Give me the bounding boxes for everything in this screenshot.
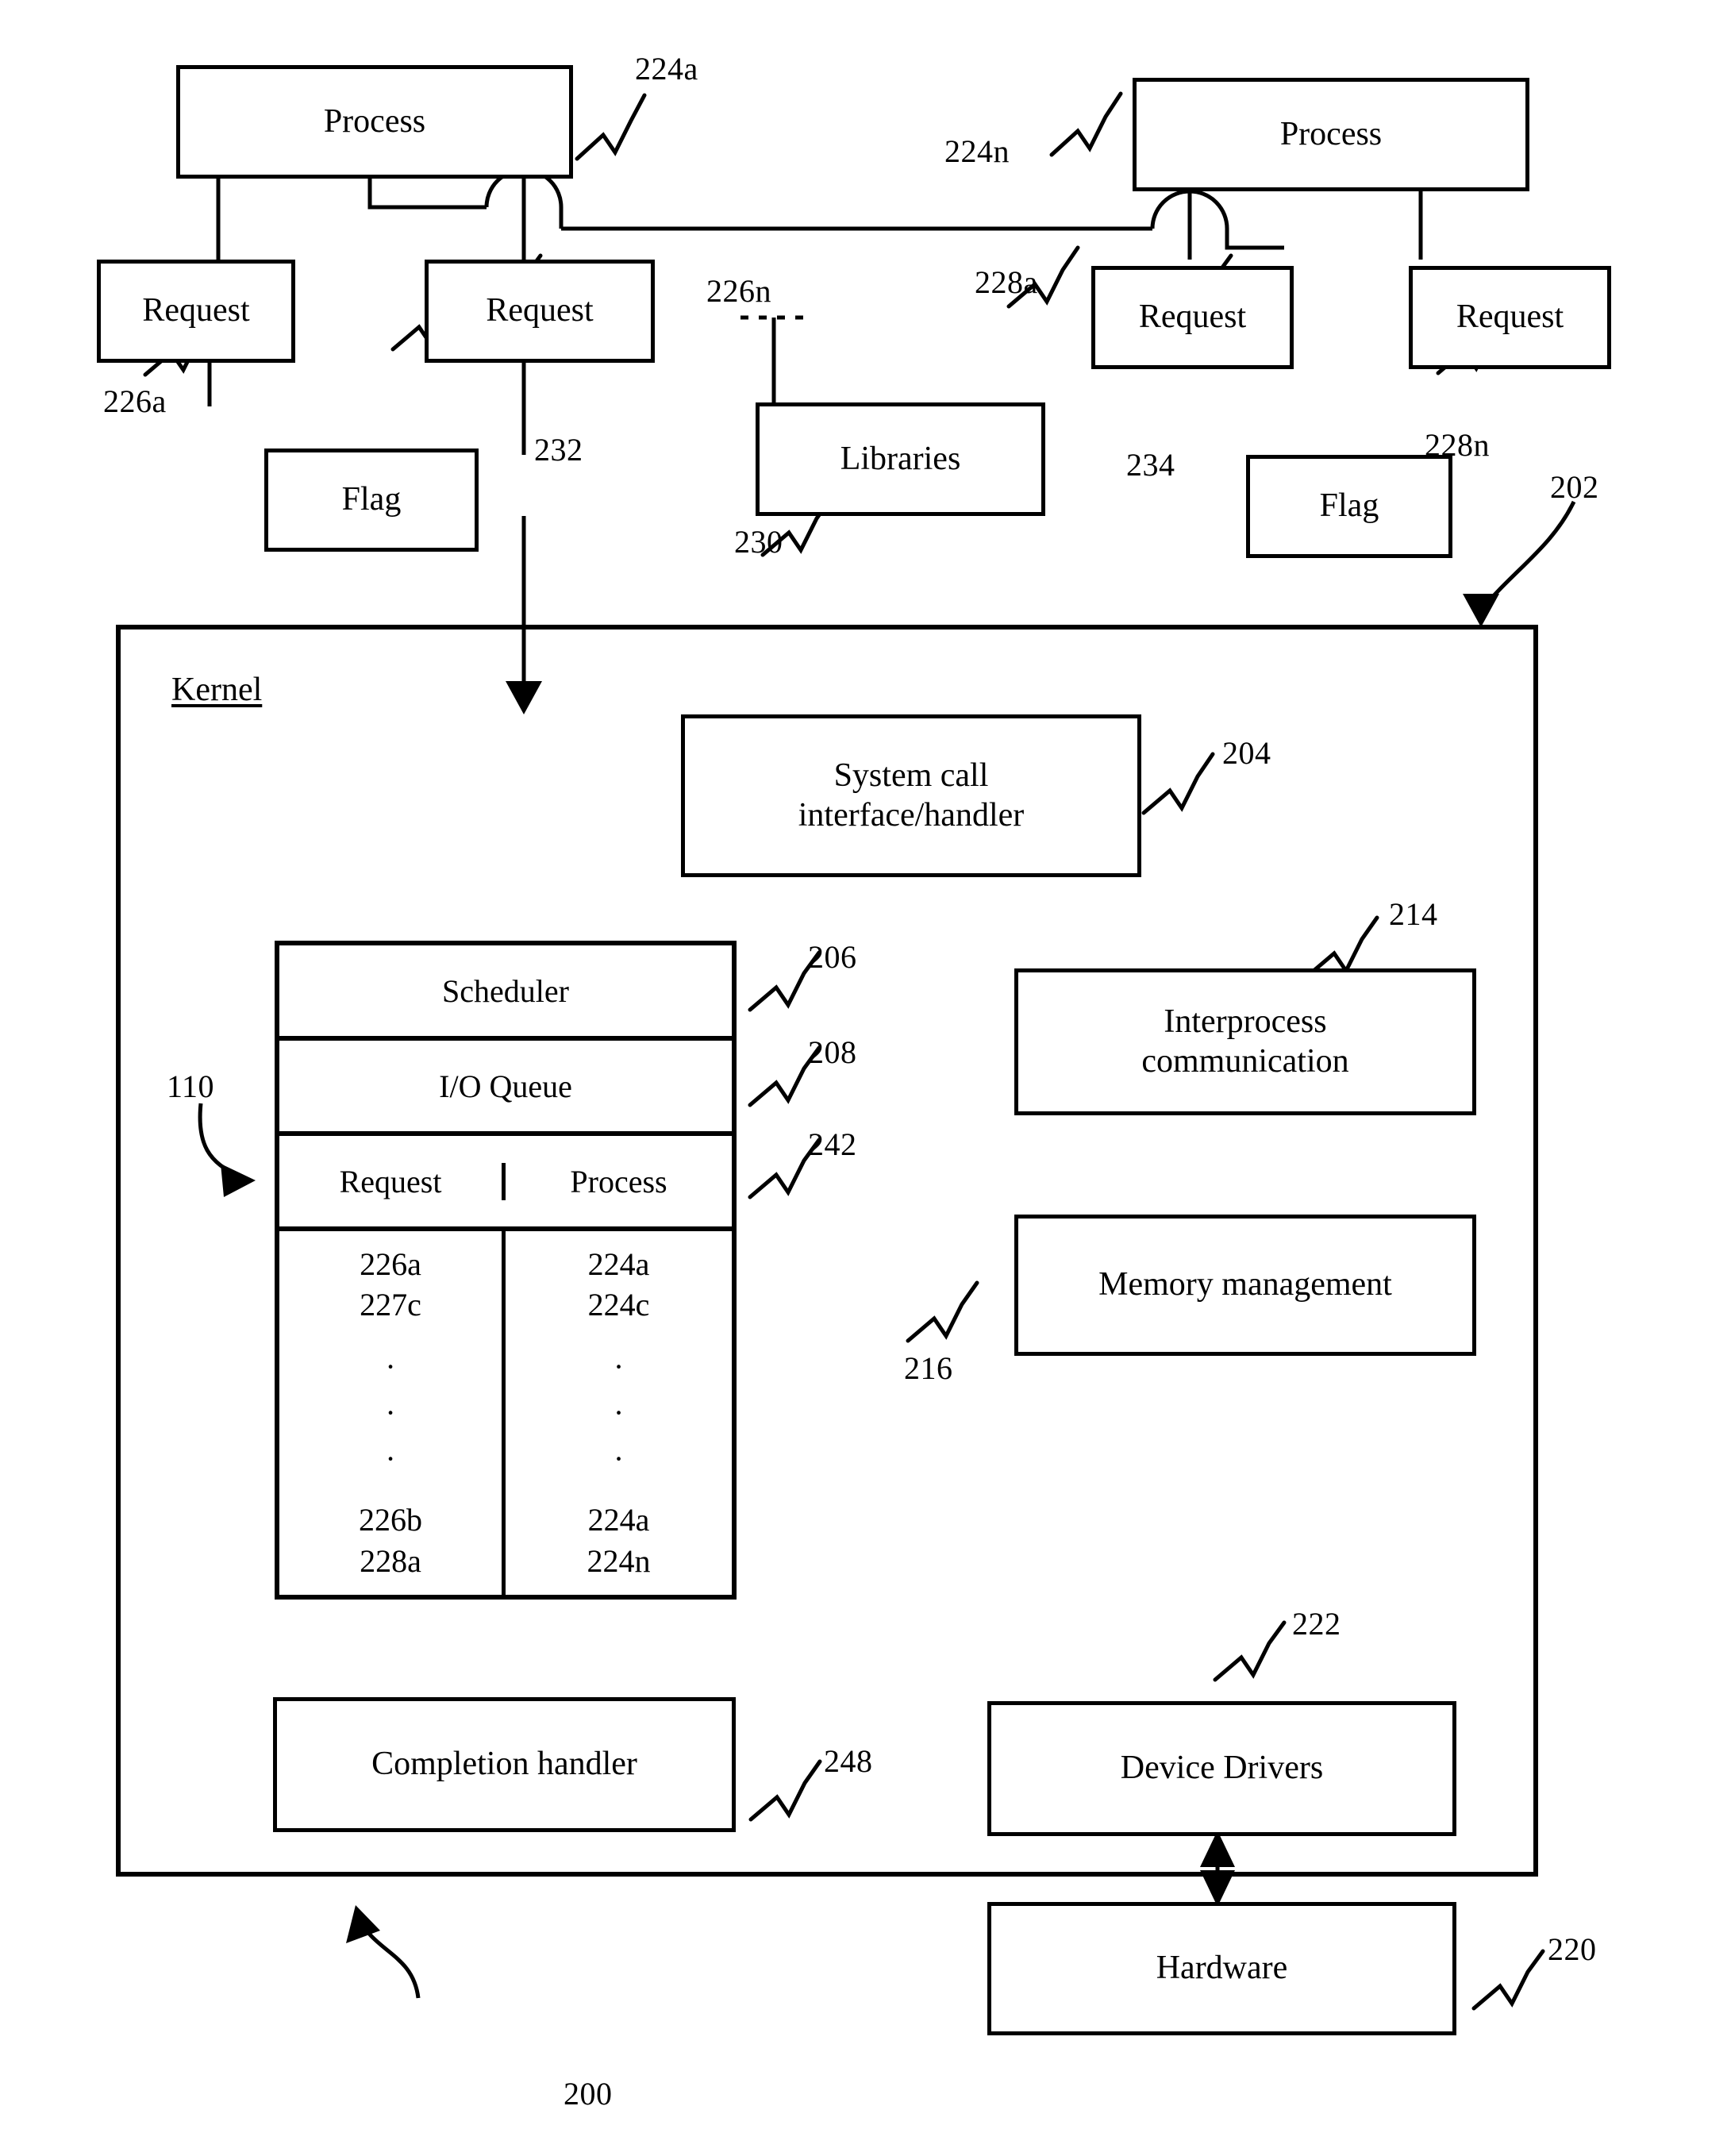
process-box-224a-label: Process	[323, 102, 426, 140]
queue-cell-request-3: 228a	[360, 1542, 421, 1579]
request-box-228a[interactable]: Request	[1091, 266, 1294, 369]
ref-220: 220	[1548, 1931, 1597, 1967]
ref-224n: 224n	[944, 133, 1010, 169]
request-box-226a[interactable]: Request	[97, 260, 295, 363]
ref-230: 230	[734, 524, 783, 560]
squiggle-224n	[1049, 91, 1123, 157]
device-drivers-box[interactable]: Device Drivers	[987, 1701, 1456, 1836]
interprocess-communication-box[interactable]: Interprocess communication	[1014, 968, 1476, 1115]
queue-cell-process-2: 224a	[587, 1502, 650, 1538]
queue-cell-process-1: 224c	[587, 1287, 650, 1323]
ref-228a: 228a	[975, 264, 1038, 300]
leader-200	[355, 1914, 421, 1999]
memory-management-label: Memory management	[1098, 1266, 1392, 1303]
request-box-228n-label: Request	[1456, 298, 1564, 336]
ref-204: 204	[1222, 735, 1271, 771]
ref-216: 216	[904, 1350, 953, 1386]
hop-arc-right	[1150, 189, 1229, 229]
queue-ellipsis-request-0: ·	[385, 1349, 396, 1385]
process-box-224a[interactable]: Process	[176, 65, 573, 179]
scheduler-label: Scheduler	[442, 972, 569, 1009]
queue-table-col-request: 226a 227c · · · 226b 228a	[279, 1231, 506, 1595]
completion-handler-box[interactable]: Completion handler	[273, 1697, 736, 1832]
queue-ellipsis-request-1: ·	[385, 1395, 396, 1431]
ref-208: 208	[808, 1034, 857, 1070]
ref-248: 248	[824, 1743, 873, 1779]
arrowhead-202	[1463, 594, 1499, 627]
patent-figure: Process 224a Process 224n Request 226a R…	[0, 0, 1731, 2156]
leader-202	[1479, 500, 1576, 612]
flag-box-232[interactable]: Flag	[264, 449, 479, 552]
arrowhead-200	[346, 1905, 380, 1943]
queue-table-header-request: Request	[279, 1162, 506, 1200]
flag-box-234[interactable]: Flag	[1246, 455, 1452, 558]
io-queue-row[interactable]: I/O Queue	[279, 1041, 732, 1136]
ref-110: 110	[167, 1068, 215, 1104]
io-queue-label: I/O Queue	[439, 1068, 572, 1104]
figure-number-200: 200	[564, 2076, 613, 2112]
queue-ellipsis-request-2: ·	[385, 1441, 396, 1477]
ref-222: 222	[1292, 1606, 1341, 1642]
ref-232: 232	[534, 432, 583, 468]
hardware-label: Hardware	[1156, 1950, 1288, 1987]
squiggle-220	[1471, 1949, 1545, 2011]
squiggle-224a	[575, 93, 647, 161]
hardware-box[interactable]: Hardware	[987, 1902, 1456, 2035]
request-box-226n[interactable]: Request	[425, 260, 655, 363]
process-box-224n-label: Process	[1279, 115, 1383, 152]
queue-cell-request-0: 226a	[360, 1246, 421, 1282]
request-box-226a-label: Request	[142, 292, 250, 329]
ref-234: 234	[1126, 447, 1175, 483]
scheduler-row[interactable]: Scheduler	[279, 945, 732, 1041]
device-drivers-label: Device Drivers	[1120, 1750, 1324, 1787]
ref-242: 242	[808, 1126, 857, 1162]
queue-ellipsis-process-2: ·	[613, 1441, 625, 1477]
queue-table-header-request-label: Request	[339, 1163, 442, 1199]
system-call-handler-box[interactable]: System call interface/handler	[681, 714, 1141, 877]
interprocess-communication-label: Interprocess communication	[1141, 1003, 1349, 1080]
ref-224a: 224a	[635, 51, 698, 87]
ref-226n: 226n	[706, 273, 771, 309]
kernel-title: Kernel	[171, 672, 263, 708]
queue-ellipsis-process-1: ·	[613, 1395, 625, 1431]
process-box-224n[interactable]: Process	[1133, 78, 1529, 191]
ref-206: 206	[808, 939, 857, 975]
line-process-n-hop-right	[1225, 229, 1284, 250]
request-box-228a-label: Request	[1138, 298, 1247, 336]
queue-cell-process-0: 224a	[587, 1246, 650, 1282]
queue-ellipsis-process-0: ·	[613, 1349, 625, 1385]
queue-table-header: Request Process	[279, 1136, 732, 1231]
request-box-226n-label: Request	[486, 292, 594, 329]
ref-202: 202	[1550, 469, 1599, 505]
queue-cell-process-3: 224n	[587, 1542, 651, 1579]
ref-226a: 226a	[103, 383, 167, 419]
scheduler-stack: Scheduler I/O Queue Request Process 226a…	[275, 941, 737, 1600]
libraries-box-label: Libraries	[840, 440, 961, 477]
queue-table-header-process-label: Process	[570, 1163, 667, 1199]
system-call-handler-label: System call interface/handler	[798, 757, 1025, 834]
libraries-box[interactable]: Libraries	[756, 402, 1045, 516]
ref-214: 214	[1389, 896, 1438, 932]
request-box-228n[interactable]: Request	[1409, 266, 1611, 369]
flag-box-232-label: Flag	[341, 481, 402, 518]
flag-box-234-label: Flag	[1319, 487, 1379, 525]
queue-table-col-process: 224a 224c · · · 224a 224n	[506, 1231, 732, 1595]
queue-table-header-process: Process	[506, 1163, 732, 1200]
queue-cell-request-1: 227c	[360, 1287, 421, 1323]
line-process-a-hop-left	[367, 179, 487, 210]
memory-management-box[interactable]: Memory management	[1014, 1215, 1476, 1356]
queue-cell-request-2: 226b	[359, 1502, 422, 1538]
completion-handler-label: Completion handler	[371, 1746, 637, 1783]
queue-table-body: 226a 227c · · · 226b 228a 224a 224c · · …	[279, 1231, 732, 1595]
